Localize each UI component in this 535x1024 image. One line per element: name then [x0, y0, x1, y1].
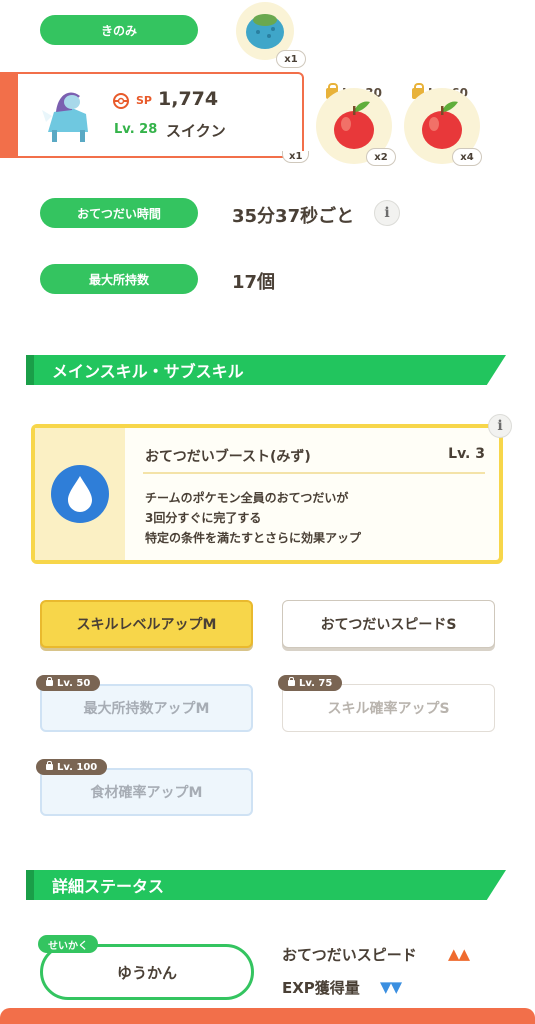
nature-down-label: EXP獲得量 — [282, 979, 360, 997]
pokemon-level: Lv. 28 — [114, 122, 158, 137]
desc-line-2: 3回分すぐに完了する — [145, 511, 262, 525]
sub-skill-3-label: 最大所持数アップM — [83, 701, 210, 717]
help-time-info-icon[interactable]: i — [374, 200, 400, 226]
berry-label: きのみ — [40, 15, 198, 45]
sub-skill-5-unlock-label: Lv. 100 — [57, 761, 98, 773]
sub-skill-4-button[interactable]: スキル確率アップS — [282, 684, 495, 732]
sub-skill-2-label: おてつだいスピードS — [320, 617, 457, 633]
nature-value: ゆうかん — [116, 963, 177, 982]
nature-tag: せいかく — [38, 935, 98, 953]
sp-label: SP — [136, 94, 152, 107]
bottom-action-bar[interactable] — [0, 1008, 535, 1024]
sub-skill-5-label: 食材確率アップM — [90, 785, 203, 801]
skills-section-header: メインスキル・サブスキル — [26, 355, 506, 385]
sub-skill-5-button[interactable]: 食材確率アップM — [40, 768, 253, 816]
berry-count-badge: x1 — [276, 50, 306, 68]
skill-divider — [143, 472, 485, 474]
main-skill-card[interactable]: おてつだいブースト(みず) Lv. 3 チームのポケモン全員のおてつだいが 3回… — [31, 424, 503, 564]
hidden-count-badge: x1 — [282, 151, 310, 163]
help-time-value: 35分37秒ごと — [232, 206, 355, 227]
max-carry-value: 17個 — [232, 272, 276, 293]
sub-skill-4-unlock-tag: Lv. 75 — [278, 675, 343, 691]
skill-icon-panel — [35, 428, 125, 560]
pokemon-name: スイクン — [166, 122, 226, 140]
main-skill-level: Lv. 3 — [448, 446, 485, 462]
sub-skill-4-label: スキル確率アップS — [327, 701, 450, 717]
skills-section-title: メインスキル・サブスキル — [52, 362, 244, 381]
main-skill-description: チームのポケモン全員のおてつだいが 3回分すぐに完了する 特定の条件を満たすとさ… — [145, 488, 361, 548]
nature-down-icon: ▼▼ — [380, 978, 402, 996]
details-section-header: 詳細ステータス — [26, 870, 506, 900]
suicune-sprite-icon — [42, 92, 88, 142]
desc-line-3: 特定の条件を満たすとさらに効果アップ — [145, 531, 362, 545]
sub-skill-4-unlock-label: Lv. 75 — [299, 677, 333, 689]
desc-line-1: チームのポケモン全員のおてつだいが — [145, 491, 349, 505]
lock-icon — [288, 677, 295, 686]
ingredient-2-count: x4 — [452, 148, 482, 166]
sub-skill-3-button[interactable]: 最大所持数アップM — [40, 684, 253, 732]
sub-skill-5-unlock-tag: Lv. 100 — [36, 759, 108, 775]
lock-icon — [46, 761, 53, 770]
sp-icon — [113, 93, 129, 109]
lock-icon — [46, 677, 53, 686]
sp-value: 1,774 — [158, 88, 219, 110]
card-accent-bar — [0, 72, 18, 158]
nature-up-label: おてつだいスピード — [282, 946, 417, 964]
pokemon-card[interactable]: SP 1,774 Lv. 28 スイクン — [0, 72, 304, 158]
water-drop-icon — [51, 465, 109, 523]
details-section-title: 詳細ステータス — [52, 877, 165, 896]
max-carry-label: 最大所持数 — [40, 264, 198, 294]
main-skill-info-icon[interactable]: i — [488, 414, 512, 438]
sub-skill-2-button[interactable]: おてつだいスピードS — [282, 600, 495, 648]
main-skill-name: おてつだいブースト(みず) — [145, 449, 311, 465]
ingredient-1-count: x2 — [366, 148, 396, 166]
help-time-label: おてつだい時間 — [40, 198, 198, 228]
sub-skill-1-label: スキルレベルアップM — [76, 617, 217, 633]
sub-skill-3-unlock-tag: Lv. 50 — [36, 675, 101, 691]
sub-skill-1-button[interactable]: スキルレベルアップM — [40, 600, 253, 648]
sub-skill-3-unlock-label: Lv. 50 — [57, 677, 91, 689]
nature-up-icon: ▲▲ — [448, 945, 470, 963]
